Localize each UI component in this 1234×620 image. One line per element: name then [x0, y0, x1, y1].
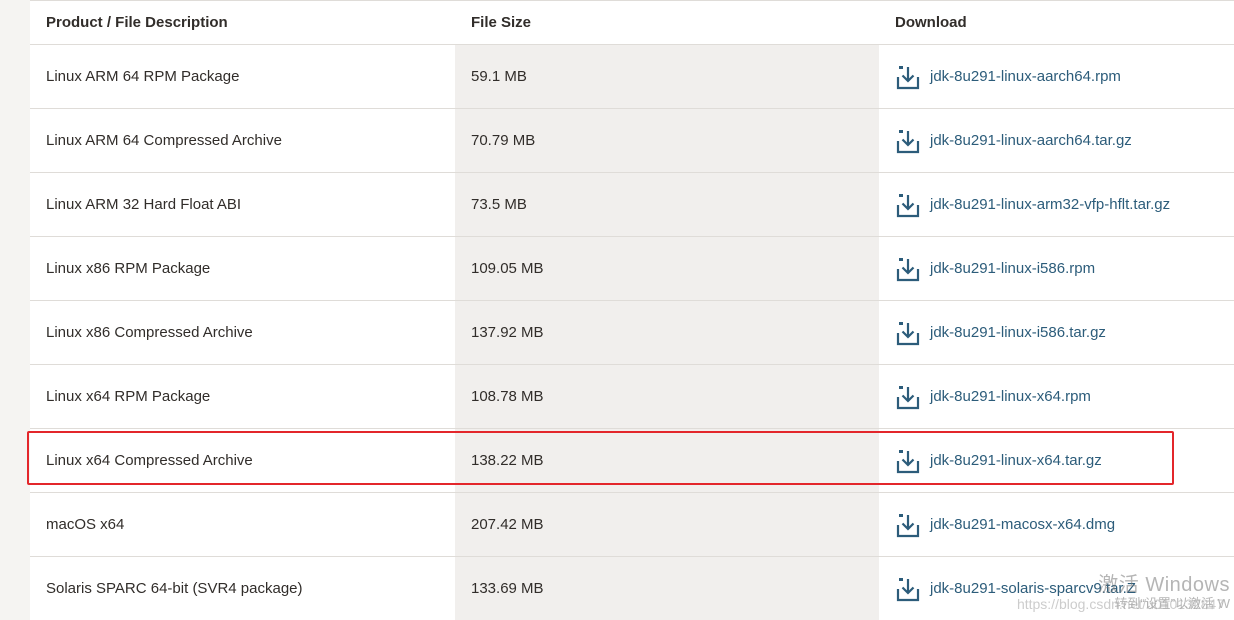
download-icon [896, 65, 920, 89]
download-icon [896, 449, 920, 473]
download-icon [896, 385, 920, 409]
download-link[interactable]: jdk-8u291-linux-x64.tar.gz [895, 448, 1102, 474]
download-link[interactable]: jdk-8u291-linux-arm32-vfp-hflt.tar.gz [895, 192, 1170, 218]
download-filename: jdk-8u291-linux-x64.rpm [930, 388, 1091, 405]
row-file-size: 137.92 MB [455, 301, 879, 364]
table-row: macOS x64 207.42 MB jdk-8u291-macosx-x64… [30, 493, 1234, 557]
row-download-cell: jdk-8u291-linux-x64.tar.gz [879, 429, 1234, 492]
download-filename: jdk-8u291-linux-arm32-vfp-hflt.tar.gz [930, 196, 1171, 213]
row-file-size: 138.22 MB [455, 429, 879, 492]
row-description: macOS x64 [46, 516, 125, 533]
table-row: Linux ARM 64 RPM Package 59.1 MB jdk-8u2… [30, 45, 1234, 109]
row-description: Linux ARM 32 Hard Float ABI [46, 196, 242, 213]
row-download-cell: jdk-8u291-macosx-x64.dmg [879, 493, 1234, 556]
header-download: Download [879, 1, 1234, 44]
download-icon [896, 577, 920, 601]
row-description: Linux ARM 64 RPM Package [46, 68, 240, 85]
download-icon [896, 193, 920, 217]
download-filename: jdk-8u291-linux-i586.tar.gz [930, 324, 1106, 341]
row-description: Linux x86 RPM Package [46, 260, 211, 277]
download-filename: jdk-8u291-solaris-sparcv9.tar.Z [930, 580, 1136, 597]
row-file-size: 207.42 MB [455, 493, 879, 556]
download-filename: jdk-8u291-linux-aarch64.tar.gz [930, 132, 1132, 149]
row-download-cell: jdk-8u291-linux-i586.rpm [879, 237, 1234, 300]
row-download-cell: jdk-8u291-solaris-sparcv9.tar.Z [879, 557, 1234, 620]
table-row-selected: Linux x64 Compressed Archive 138.22 MB j… [30, 429, 1234, 493]
row-download-cell: jdk-8u291-linux-x64.rpm [879, 365, 1234, 428]
row-description: Solaris SPARC 64-bit (SVR4 package) [46, 580, 303, 597]
row-download-cell: jdk-8u291-linux-aarch64.rpm [879, 45, 1234, 108]
table-row: Linux x86 RPM Package 109.05 MB jdk-8u29… [30, 237, 1234, 301]
download-filename: jdk-8u291-linux-i586.rpm [930, 260, 1096, 277]
header-file-size: File Size [455, 1, 879, 44]
table-row: Linux ARM 32 Hard Float ABI 73.5 MB jdk-… [30, 173, 1234, 237]
row-file-size: 133.69 MB [455, 557, 879, 620]
download-filename: jdk-8u291-linux-x64.tar.gz [930, 452, 1102, 469]
row-file-size: 70.79 MB [455, 109, 879, 172]
download-filename: jdk-8u291-linux-aarch64.rpm [930, 68, 1121, 85]
row-description: Linux x64 Compressed Archive [46, 452, 253, 469]
download-link[interactable]: jdk-8u291-linux-i586.rpm [895, 256, 1095, 282]
row-file-size: 108.78 MB [455, 365, 879, 428]
download-link[interactable]: jdk-8u291-solaris-sparcv9.tar.Z [895, 576, 1136, 602]
row-file-size: 59.1 MB [455, 45, 879, 108]
row-file-size: 109.05 MB [455, 237, 879, 300]
download-link[interactable]: jdk-8u291-linux-i586.tar.gz [895, 320, 1106, 346]
row-description: Linux x64 RPM Package [46, 388, 211, 405]
table-row: Solaris SPARC 64-bit (SVR4 package) 133.… [30, 557, 1234, 620]
download-link[interactable]: jdk-8u291-linux-aarch64.rpm [895, 64, 1121, 90]
download-link[interactable]: jdk-8u291-linux-aarch64.tar.gz [895, 128, 1132, 154]
downloads-table: Product / File Description File Size Dow… [30, 0, 1234, 620]
page: Product / File Description File Size Dow… [0, 0, 1234, 620]
download-link[interactable]: jdk-8u291-macosx-x64.dmg [895, 512, 1115, 538]
header-description: Product / File Description [30, 1, 455, 44]
row-description: Linux x86 Compressed Archive [46, 324, 253, 341]
row-description: Linux ARM 64 Compressed Archive [46, 132, 282, 149]
table-row: Linux x86 Compressed Archive 137.92 MB j… [30, 301, 1234, 365]
row-download-cell: jdk-8u291-linux-arm32-vfp-hflt.tar.gz [879, 173, 1234, 236]
download-filename: jdk-8u291-macosx-x64.dmg [930, 516, 1116, 533]
download-icon [896, 321, 920, 345]
table-header-row: Product / File Description File Size Dow… [30, 0, 1234, 45]
row-download-cell: jdk-8u291-linux-aarch64.tar.gz [879, 109, 1234, 172]
download-icon [896, 257, 920, 281]
download-icon [896, 513, 920, 537]
download-icon [896, 129, 920, 153]
table-row: Linux ARM 64 Compressed Archive 70.79 MB… [30, 109, 1234, 173]
row-download-cell: jdk-8u291-linux-i586.tar.gz [879, 301, 1234, 364]
table-row: Linux x64 RPM Package 108.78 MB jdk-8u29… [30, 365, 1234, 429]
download-link[interactable]: jdk-8u291-linux-x64.rpm [895, 384, 1091, 410]
row-file-size: 73.5 MB [455, 173, 879, 236]
